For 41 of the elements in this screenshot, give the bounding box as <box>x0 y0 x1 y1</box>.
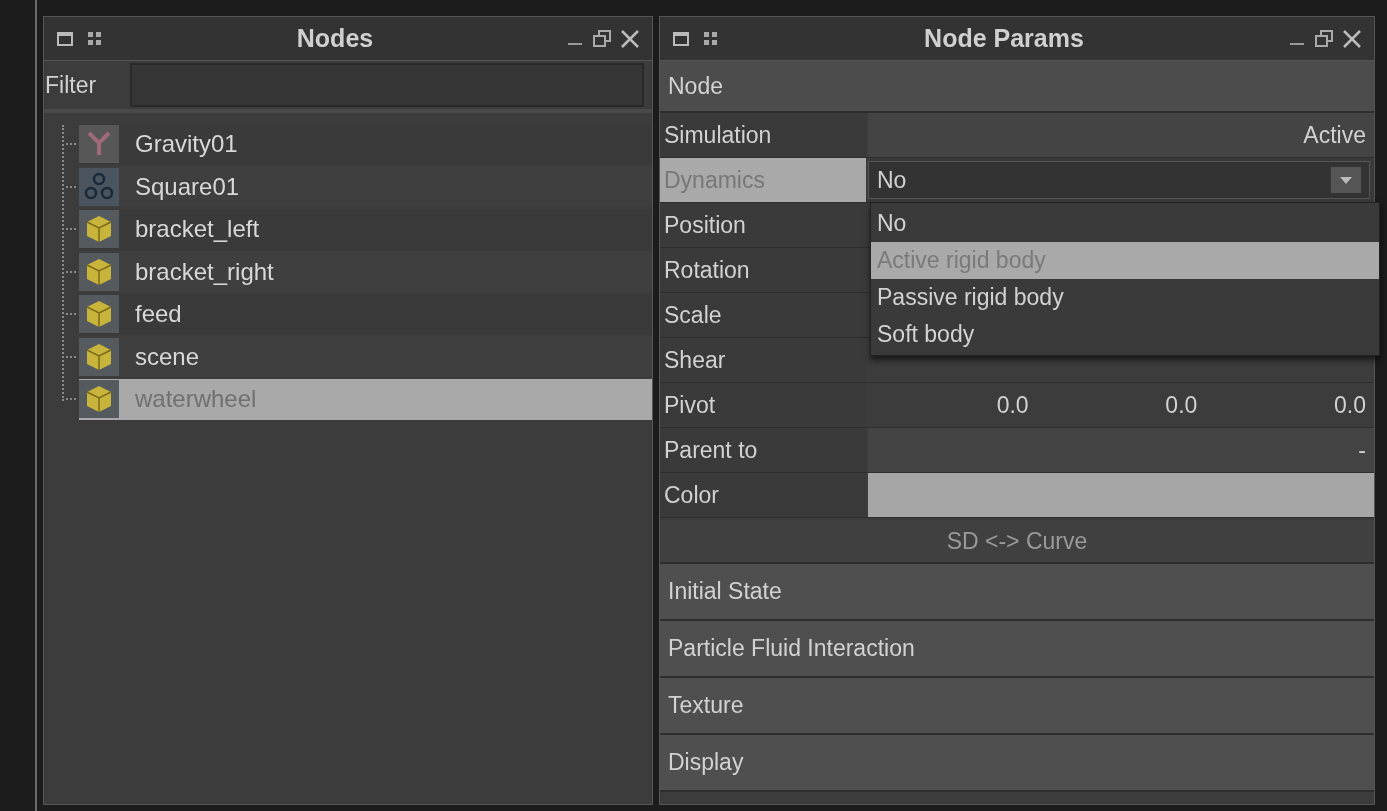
cube-icon <box>79 252 119 291</box>
cube-icon <box>79 295 119 334</box>
close-icon[interactable] <box>620 28 640 49</box>
param-value: - <box>1358 435 1366 465</box>
param-value[interactable]: 0.0 <box>996 387 1029 423</box>
dropdown-option[interactable]: No <box>871 205 1379 242</box>
param-value[interactable]: 0.0 <box>1165 387 1198 423</box>
cube-icon <box>79 380 119 419</box>
tree-branch-line <box>66 185 76 188</box>
section-header[interactable]: Texture <box>660 678 1374 735</box>
panel-title: Nodes <box>296 22 374 54</box>
window-icon[interactable] <box>672 29 690 48</box>
param-value: Active <box>1303 120 1366 150</box>
color-swatch[interactable] <box>868 473 1374 517</box>
particles-icon <box>79 167 119 206</box>
grid-icon[interactable] <box>86 29 104 48</box>
filter-label: Filter <box>44 70 98 100</box>
curve-button[interactable]: SD <-> Curve <box>660 520 1374 564</box>
window-icon[interactable] <box>56 29 74 48</box>
grid-icon[interactable] <box>702 29 720 48</box>
restore-icon[interactable] <box>592 28 612 49</box>
section-header[interactable]: Display <box>660 735 1374 792</box>
tree-branch-line <box>66 228 76 231</box>
section-header[interactable]: Initial State <box>660 564 1374 621</box>
section-header[interactable]: Node <box>660 61 1374 113</box>
tree-branch-line <box>66 143 76 146</box>
tree-branch-line <box>66 355 76 358</box>
dropdown-field[interactable]: No <box>868 161 1370 199</box>
magnet-icon <box>79 125 119 164</box>
tree-branch-line <box>66 398 76 401</box>
cube-icon <box>79 210 119 249</box>
close-icon[interactable] <box>1342 28 1362 49</box>
param-value[interactable]: 0.0 <box>1334 387 1366 423</box>
dropdown-option[interactable]: Passive rigid body <box>871 279 1379 316</box>
section-header[interactable]: Particle Fluid Interaction <box>660 621 1374 678</box>
restore-icon[interactable] <box>1314 28 1334 49</box>
tree-branch-line <box>66 270 76 273</box>
cube-icon <box>79 337 119 376</box>
panel-title: Node Params <box>924 22 1084 54</box>
tree-branch-line <box>66 313 76 316</box>
dropdown-option[interactable]: Soft body <box>871 316 1379 353</box>
